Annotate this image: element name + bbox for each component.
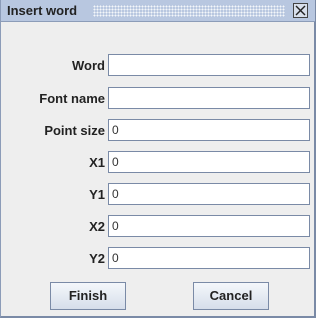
x1-row: X1 [1, 151, 315, 175]
y1-row: Y1 [1, 183, 315, 207]
word-row: Word [1, 54, 315, 78]
title-bar-grip [93, 5, 285, 17]
y2-label: Y2 [89, 251, 105, 266]
point-size-label: Point size [44, 123, 105, 138]
font-name-row: Font name [1, 87, 315, 111]
point-size-input[interactable] [108, 119, 310, 141]
point-size-row: Point size [1, 119, 315, 143]
x1-input[interactable] [108, 151, 310, 173]
word-input[interactable] [108, 54, 310, 76]
finish-button[interactable]: Finish [50, 282, 126, 310]
close-icon [295, 5, 306, 16]
y1-input[interactable] [108, 183, 310, 205]
y1-label: Y1 [89, 187, 105, 202]
window-title: Insert word [7, 3, 82, 18]
title-bar[interactable]: Insert word [1, 0, 315, 22]
x2-input[interactable] [108, 215, 310, 237]
cancel-button[interactable]: Cancel [193, 282, 269, 310]
x2-row: X2 [1, 215, 315, 239]
x2-label: X2 [89, 219, 105, 234]
insert-word-dialog: Insert word Word Font name Point size X1… [0, 0, 316, 318]
font-name-input[interactable] [108, 87, 310, 109]
y2-row: Y2 [1, 247, 315, 271]
close-button[interactable] [293, 3, 308, 18]
y2-input[interactable] [108, 247, 310, 269]
x1-label: X1 [89, 155, 105, 170]
word-label: Word [72, 58, 105, 73]
font-name-label: Font name [39, 91, 105, 106]
